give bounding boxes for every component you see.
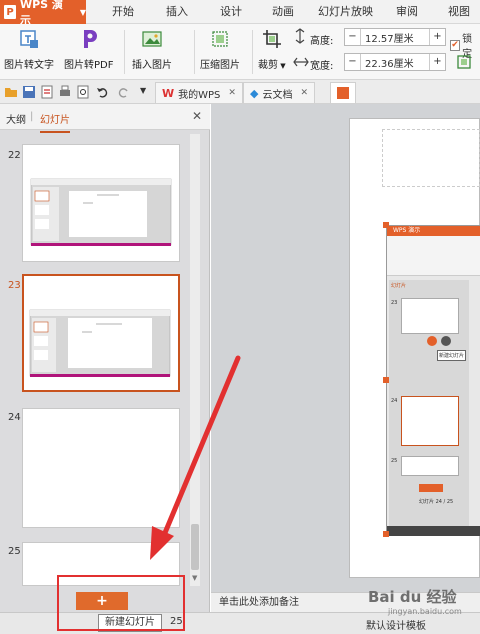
menu-view[interactable]: 视图 <box>448 0 470 24</box>
scrollbar-thumb[interactable] <box>191 524 199 570</box>
resize-handle[interactable] <box>383 222 389 228</box>
redo-icon[interactable] <box>116 85 130 99</box>
app-menu-button[interactable]: P WPS 演示 ▼ <box>0 0 86 27</box>
height-value[interactable]: 12.57厘米 <box>361 30 429 45</box>
menu-slideshow[interactable]: 幻灯片放映 <box>318 0 373 24</box>
width-field[interactable]: − 22.36厘米 + <box>344 53 446 71</box>
tab-slides[interactable]: 幻灯片 <box>40 111 70 133</box>
crop-button[interactable]: 裁剪 ▼ <box>258 28 286 71</box>
inner-taskbar <box>387 526 480 536</box>
undo-icon[interactable] <box>96 85 110 99</box>
pdf-icon <box>83 30 97 48</box>
close-pane-icon[interactable]: ✕ <box>192 109 202 123</box>
resize-handle[interactable] <box>383 377 389 383</box>
export-pdf-icon[interactable] <box>40 85 54 99</box>
height-field[interactable]: − 12.57厘米 + <box>344 28 446 46</box>
design-template-label[interactable]: 默认设计模板 <box>366 617 426 632</box>
menu-start[interactable]: 开始 <box>112 0 134 24</box>
tab-cloud-docs[interactable]: ◆ 云文档 ✕ <box>243 82 316 103</box>
reset-size-icon[interactable] <box>456 54 472 70</box>
menu-bar: P WPS 演示 ▼ 开始 插入 设计 动画 幻灯片放映 审阅 视图 <box>0 0 480 27</box>
width-icon <box>293 57 309 67</box>
notes-placeholder[interactable]: 单击此处添加备注 <box>219 597 299 608</box>
width-value[interactable]: 22.36厘米 <box>361 55 429 70</box>
inserted-picture[interactable]: WPS 演示 幻灯片 23 新建幻灯片 24 25 幻灯片 24 / 25 <box>386 225 480 536</box>
folder-icon[interactable] <box>4 85 18 99</box>
width-increment-button[interactable]: + <box>429 54 445 70</box>
wps-logo-icon: P <box>4 5 16 19</box>
slide-number: 25 <box>8 546 21 557</box>
ribbon-divider <box>124 30 125 74</box>
slide-number: 23 <box>8 280 21 291</box>
slide-thumbnail-24[interactable] <box>22 408 180 528</box>
picture-icon <box>142 31 162 47</box>
slide-screenshot-image <box>29 309 171 377</box>
slide-thumbnail-22[interactable] <box>22 144 180 262</box>
menu-review[interactable]: 审阅 <box>396 0 418 24</box>
close-tab-icon[interactable]: ✕ <box>228 88 236 98</box>
image-to-text-icon <box>20 30 38 48</box>
slide-number: 22 <box>8 150 21 161</box>
width-label: 宽度: <box>310 61 334 72</box>
image-to-pdf-button[interactable]: 图片转PDF <box>64 28 113 71</box>
slide-screenshot-image <box>30 178 172 246</box>
tab-outline[interactable]: 大纲 <box>6 111 26 126</box>
close-tab-icon[interactable]: ✕ <box>300 88 308 98</box>
pane-scrollbar[interactable] <box>190 134 200 586</box>
height-label: 高度: <box>310 36 334 47</box>
height-decrement-button[interactable]: − <box>345 29 361 45</box>
compress-picture-button[interactable]: 压缩图片 <box>200 28 240 71</box>
crop-icon <box>262 30 281 48</box>
image-to-text-button[interactable]: 图片转文字 <box>4 28 54 71</box>
document-tab-bar: ▼ W 我的WPS ✕ ◆ 云文档 ✕ <box>0 80 480 104</box>
scroll-down-arrow-icon[interactable]: ▼ <box>192 574 197 582</box>
inner-app-title: WPS 演示 <box>387 226 480 236</box>
height-increment-button[interactable]: + <box>429 29 445 45</box>
baidu-watermark-logo: Bai du 经验 jingyan.baidu.com <box>368 588 462 616</box>
title-placeholder[interactable] <box>382 129 480 187</box>
cloud-cube-icon: ◆ <box>250 86 259 100</box>
slide-thumbnail-pane: 大纲 | 幻灯片 ✕ 22 23 24 25 ▼ <box>0 104 210 612</box>
resize-handle[interactable] <box>383 531 389 537</box>
checkbox-checked-icon: ✔ <box>450 39 461 51</box>
height-icon <box>295 28 305 44</box>
preview-icon[interactable] <box>76 85 90 99</box>
menu-animation[interactable]: 动画 <box>272 0 294 24</box>
print-icon[interactable] <box>58 85 72 99</box>
slide-thumbnail-23-selected[interactable] <box>22 274 180 392</box>
save-icon[interactable] <box>22 85 36 99</box>
menu-insert[interactable]: 插入 <box>166 0 188 24</box>
width-decrement-button[interactable]: − <box>345 54 361 70</box>
annotation-highlight-box <box>57 575 185 631</box>
ribbon-divider <box>252 30 253 74</box>
chevron-down-icon: ▼ <box>79 7 86 17</box>
wps-w-icon: W <box>162 86 175 100</box>
inner-slide-pane: 幻灯片 23 新建幻灯片 24 25 幻灯片 24 / 25 <box>389 280 469 530</box>
pane-header: 大纲 | 幻灯片 ✕ <box>0 104 210 133</box>
presentation-file-icon <box>337 87 349 99</box>
quick-access-dropdown-icon[interactable]: ▼ <box>140 86 146 95</box>
ribbon: 图片转文字 图片转PDF 插入图片 压缩图片 裁剪 ▼ 高度: − 12.57厘… <box>0 24 480 80</box>
ribbon-divider <box>194 30 195 74</box>
inner-ribbon <box>387 236 480 276</box>
tab-current-doc[interactable] <box>330 82 356 103</box>
menu-design[interactable]: 设计 <box>220 0 242 24</box>
insert-picture-button[interactable]: 插入图片 <box>132 28 172 71</box>
slide-number: 24 <box>8 412 21 423</box>
slide-canvas[interactable]: WPS 演示 幻灯片 23 新建幻灯片 24 25 幻灯片 24 / 25 <box>349 118 480 578</box>
compress-icon <box>212 31 228 47</box>
tab-my-wps[interactable]: W 我的WPS ✕ <box>155 82 243 103</box>
slide-editor: WPS 演示 幻灯片 23 新建幻灯片 24 25 幻灯片 24 / 25 <box>211 104 480 592</box>
